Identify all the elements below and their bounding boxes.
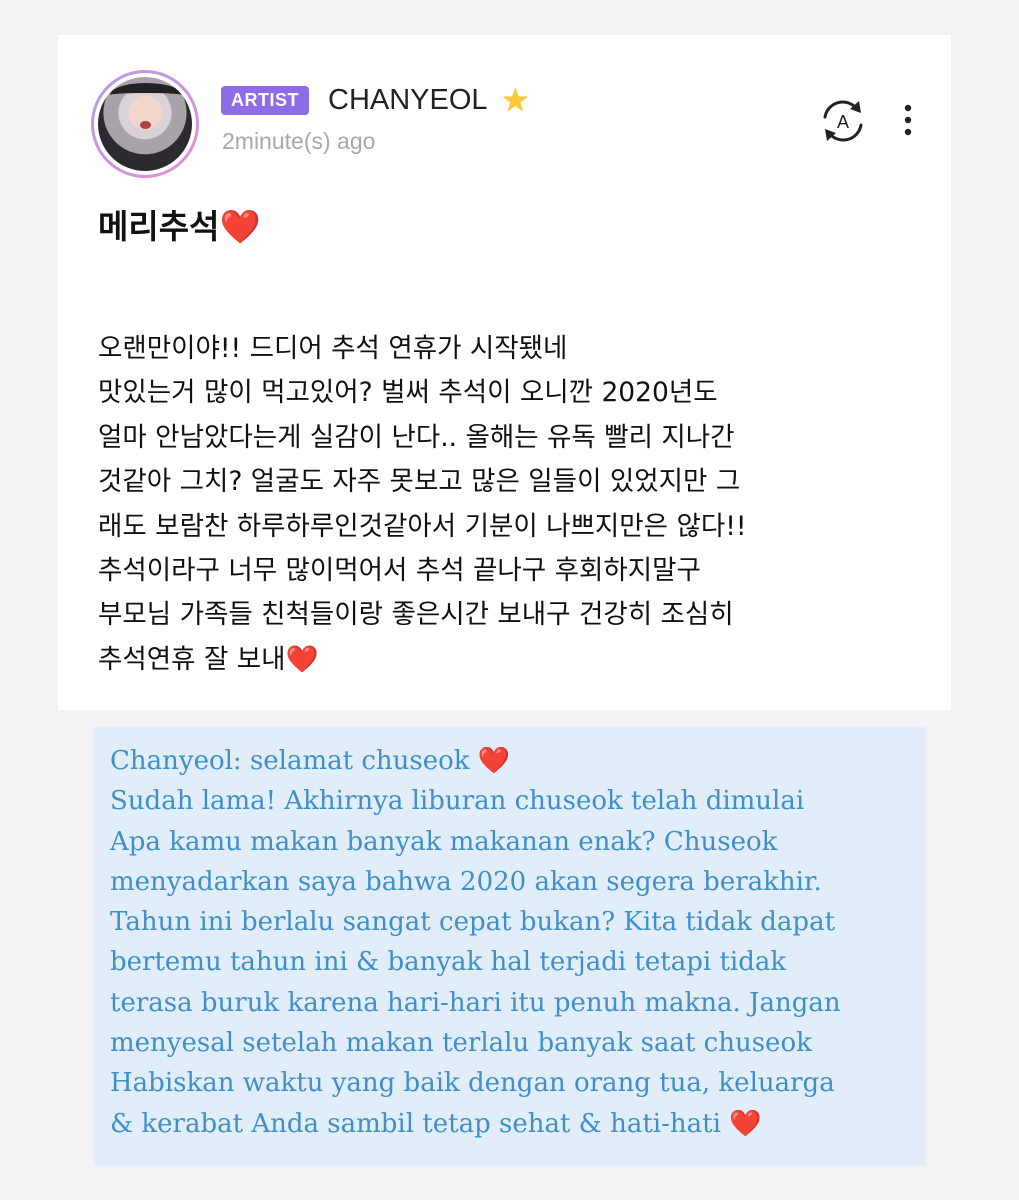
avatar-nose-decoration: [140, 121, 151, 129]
post-timestamp: 2minute(s) ago: [222, 128, 376, 154]
avatar-ring: [94, 73, 196, 175]
artist-badge: ARTIST: [221, 86, 309, 115]
star-icon: ★: [501, 81, 530, 119]
avatar[interactable]: [91, 70, 199, 178]
avatar-ears-decoration: [110, 83, 182, 107]
heart-emoji-icon: ❤️: [219, 207, 261, 246]
post-body: 오랜만이야!! 드디어 추석 연휴가 시작됐네 맛있는거 많이 먹고있어? 벌써…: [98, 327, 948, 682]
post-title-text: 메리추석: [98, 207, 220, 246]
author-name[interactable]: CHANYEOL: [328, 82, 488, 118]
post-card: ARTIST CHANYEOL ★ 2minute(s) ago A 메리추석❤…: [58, 35, 951, 710]
more-vertical-icon[interactable]: [896, 101, 920, 141]
translate-icon[interactable]: A: [817, 95, 869, 147]
svg-text:A: A: [837, 112, 849, 132]
post-body-text: 오랜만이야!! 드디어 추석 연휴가 시작됐네 맛있는거 많이 먹고있어? 벌써…: [98, 333, 747, 675]
avatar-photo: [98, 77, 192, 171]
post-title: 메리추석❤️: [98, 205, 261, 249]
translation-box: Chanyeol: selamat chuseok ❤️ Sudah lama!…: [94, 727, 926, 1166]
heart-emoji-icon: ❤️: [285, 643, 319, 675]
